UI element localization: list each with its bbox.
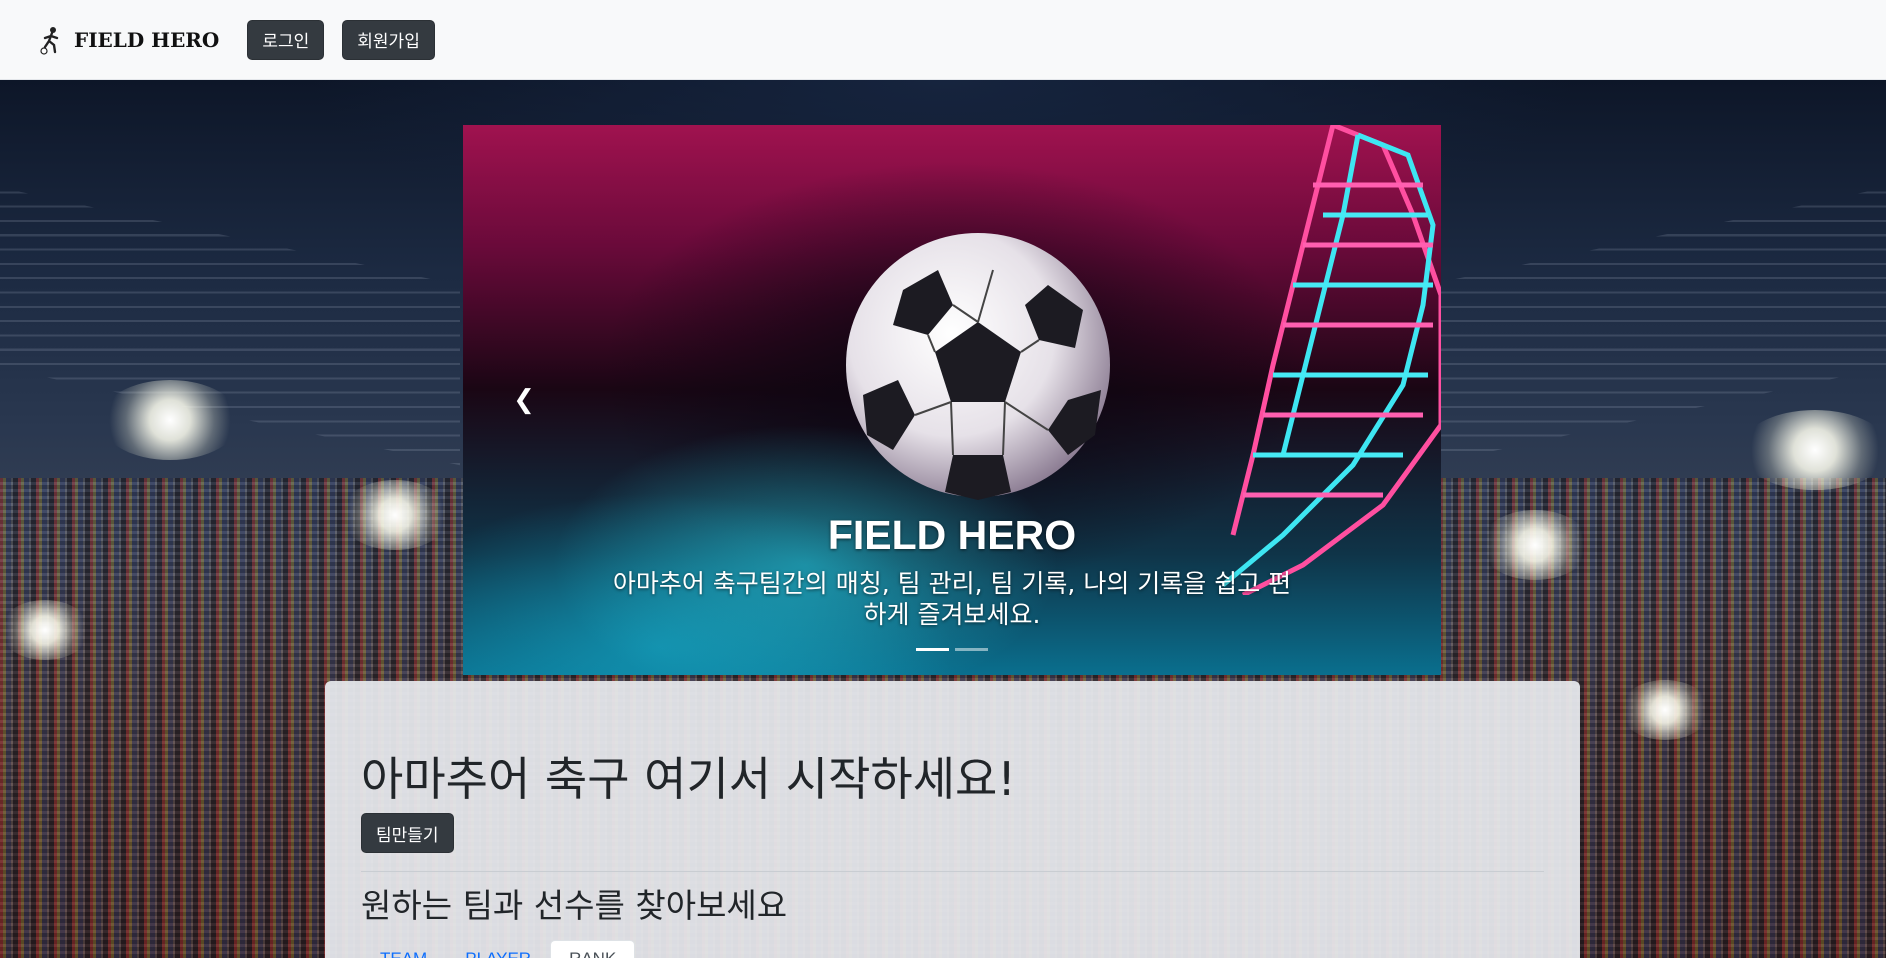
navbar: FIELD HERO 로그인 회원가입 <box>0 0 1886 80</box>
page-title: 아마추어 축구 여기서 시작하세요! <box>361 752 1016 806</box>
carousel-indicator-2[interactable] <box>955 648 988 651</box>
tab-team[interactable]: TEAM <box>361 940 446 958</box>
chevron-left-icon[interactable]: ❮ <box>513 387 535 413</box>
floodlight <box>1620 680 1710 740</box>
carousel-indicators <box>463 648 1441 651</box>
soccer-ball-image <box>846 233 1110 500</box>
carousel-caption: FIELD HERO 아마추어 축구팀간의 매칭, 팀 관리, 팀 기록, 나의… <box>573 510 1331 630</box>
search-tabs: TEAM PLAYER RANK <box>361 940 1544 958</box>
floodlight <box>0 600 90 660</box>
carousel-description: 아마추어 축구팀간의 매칭, 팀 관리, 팀 기록, 나의 기록을 쉽고 편하게… <box>612 569 1292 629</box>
search-subtitle: 원하는 팀과 선수를 찾아보세요 <box>361 886 788 925</box>
brand-name: FIELD HERO <box>74 27 220 52</box>
floodlight <box>340 480 450 550</box>
floodlight <box>1740 410 1886 490</box>
create-team-button[interactable]: 팀만들기 <box>361 813 454 853</box>
soccer-player-icon <box>40 26 59 55</box>
hero-carousel: ❮ FIELD HERO 아마추어 축구팀간의 매칭, 팀 관리, 팀 기록, … <box>463 125 1441 675</box>
login-button[interactable]: 로그인 <box>247 19 325 60</box>
carousel-title: FIELD HERO <box>827 512 1077 558</box>
floodlight <box>100 380 240 460</box>
divider <box>361 871 1544 872</box>
tab-player[interactable]: PLAYER <box>446 940 550 958</box>
main-panel: 아마추어 축구 여기서 시작하세요! 팀만들기 원하는 팀과 선수를 찾아보세요… <box>325 681 1580 958</box>
floodlight <box>1480 510 1590 580</box>
tab-rank[interactable]: RANK <box>550 940 636 958</box>
carousel-indicator-1[interactable] <box>916 648 949 651</box>
brand-link[interactable]: FIELD HERO <box>36 25 219 55</box>
signup-button[interactable]: 회원가입 <box>342 19 435 60</box>
